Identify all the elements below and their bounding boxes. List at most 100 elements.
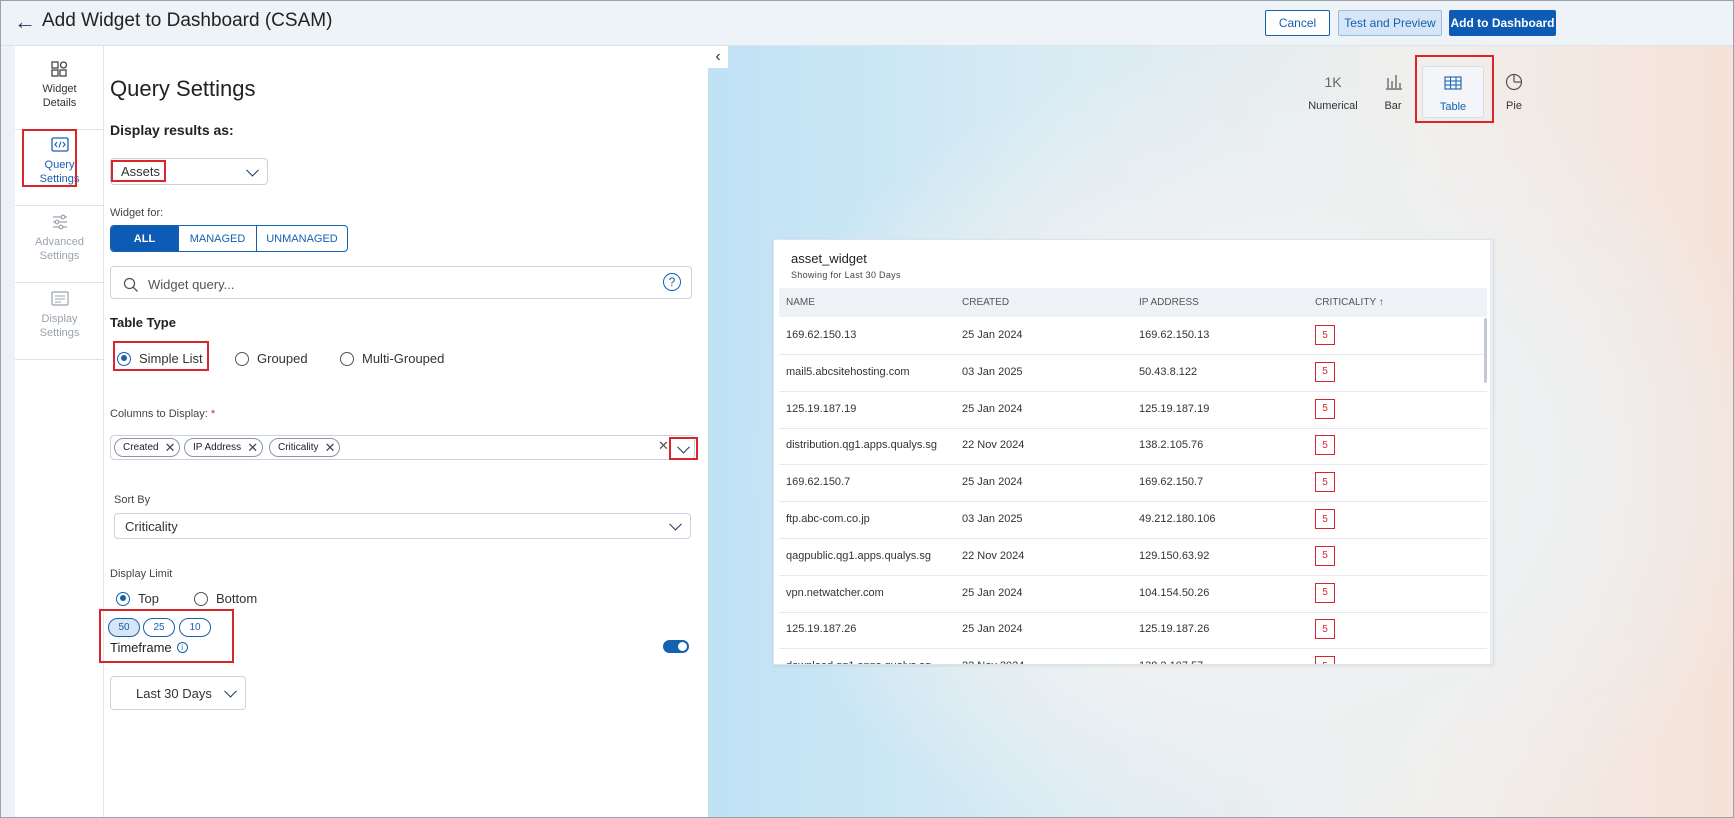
table-cell: 03 Jan 2025: [962, 513, 1023, 525]
columns-label: Columns to Display: *: [110, 408, 215, 420]
table-cell: 49.212.180.106: [1139, 513, 1216, 525]
display-results-label: Display results as:: [110, 122, 234, 138]
viz-label: Table: [1439, 101, 1467, 113]
criticality-badge: 5: [1315, 361, 1335, 382]
remove-chip-icon[interactable]: ✕: [165, 440, 176, 456]
chip-label: IP Address: [193, 442, 242, 453]
viz-label: Pie: [1506, 100, 1522, 112]
widget-for-unmanaged[interactable]: UNMANAGED: [257, 226, 347, 251]
table-row[interactable]: qagpublic.qg1.apps.qualys.sg 22 Nov 2024 1…: [779, 539, 1487, 576]
radio-label: Simple List: [139, 351, 203, 366]
table-row[interactable]: 125.19.187.19 25 Jan 2024 125.19.187.19 5: [779, 392, 1487, 429]
test-and-preview-button[interactable]: Test and Preview: [1338, 10, 1442, 36]
timeframe-label-text: Timeframe: [110, 640, 172, 655]
radio-label: Grouped: [257, 351, 308, 366]
table-type-grouped[interactable]: Grouped: [235, 351, 308, 366]
search-icon: [123, 277, 138, 292]
table-row[interactable]: 169.62.150.13 25 Jan 2024 169.62.150.13 5: [779, 318, 1487, 355]
table-cell: 169.62.150.7: [1139, 476, 1204, 489]
nav-label: Settings: [39, 327, 80, 339]
table-header: NAME CREATED IP ADDRESS CRITICALITY ↑: [779, 288, 1487, 317]
panel-title: Query Settings: [110, 76, 256, 101]
timeframe-select[interactable]: Last 30 Days: [110, 676, 246, 710]
add-to-dashboard-button[interactable]: Add to Dashboard: [1449, 10, 1556, 36]
widget-for-label: Widget for:: [110, 207, 164, 219]
criticality-badge: 5: [1315, 398, 1335, 419]
criticality-badge: 5: [1315, 545, 1335, 566]
limit-50-pill[interactable]: 50: [108, 618, 140, 637]
timeframe-toggle[interactable]: [663, 640, 689, 653]
limit-top-radio[interactable]: Top: [116, 591, 159, 606]
limit-bottom-radio[interactable]: Bottom: [194, 591, 257, 606]
nav-widget-details[interactable]: Widget Details: [15, 46, 104, 130]
widget-name: asset_widget: [791, 251, 867, 266]
nav-label: Details: [42, 97, 77, 109]
column-header-ip-address[interactable]: IP ADDRESS: [1139, 297, 1199, 308]
columns-multiselect[interactable]: Created ✕ IP Address ✕ Criticality ✕ ✕: [110, 435, 695, 460]
nav-advanced-settings[interactable]: Advanced Settings: [15, 199, 104, 283]
help-icon[interactable]: ?: [663, 273, 681, 291]
table-cell: 25 Jan 2024: [962, 329, 1023, 341]
viz-bar[interactable]: Bar: [1358, 72, 1428, 112]
info-icon[interactable]: i: [176, 642, 188, 653]
limit-25-pill[interactable]: 25: [143, 618, 175, 637]
nav-display-settings[interactable]: Display Settings: [15, 276, 104, 360]
chip-label: Criticality: [278, 442, 319, 453]
criticality-badge: 5: [1315, 619, 1335, 640]
radio-unchecked-icon: [235, 351, 249, 366]
display-results-select[interactable]: Assets: [110, 158, 268, 185]
column-header-created[interactable]: CREATED: [962, 297, 1009, 308]
code-icon: [50, 137, 69, 152]
widget-query-input[interactable]: [148, 274, 648, 294]
table-cell: 22 Nov 2024: [962, 439, 1025, 452]
table-type-simple-list[interactable]: Simple List: [117, 351, 203, 366]
radio-checked-icon: [116, 591, 130, 606]
sort-by-value: Criticality: [125, 518, 178, 534]
table-row[interactable]: mail5.abcsitehosting.com 03 Jan 2025 50.43…: [779, 355, 1487, 392]
table-cell: ftp.abc-com.co.jp: [786, 513, 870, 525]
chevron-down-icon: [677, 440, 690, 454]
table-scrollbar[interactable]: [1484, 318, 1487, 383]
table-cell: 138.2.105.76: [1139, 439, 1204, 452]
widget-for-all[interactable]: ALL: [111, 226, 179, 251]
table-row[interactable]: download.qg1.apps.qualys.sg 22 Nov 2024 13…: [779, 649, 1487, 664]
clear-all-icon[interactable]: ✕: [658, 438, 669, 454]
table-cell: 22 Nov 2024: [962, 549, 1025, 562]
nav-label: Query: [44, 159, 75, 171]
viz-table[interactable]: Table: [1422, 66, 1484, 118]
criticality-badge: 5: [1315, 435, 1335, 456]
column-header-criticality[interactable]: CRITICALITY ↑: [1315, 297, 1384, 308]
table-cell: 125.19.187.19: [786, 402, 857, 415]
table-row[interactable]: vpn.netwatcher.com 25 Jan 2024 104.154.50.…: [779, 576, 1487, 613]
columns-dropdown-toggle[interactable]: [669, 437, 698, 460]
remove-chip-icon[interactable]: ✕: [325, 440, 336, 456]
cancel-button[interactable]: Cancel: [1265, 10, 1330, 36]
table-cell: 104.154.50.26: [1139, 586, 1210, 599]
nav-label: Display: [41, 313, 78, 325]
table-row[interactable]: 125.19.187.26 25 Jan 2024 125.19.187.26 5: [779, 612, 1487, 650]
nav-label: Settings: [39, 173, 80, 185]
radio-unchecked-icon: [340, 351, 354, 366]
nav-query-settings[interactable]: Query Settings: [15, 122, 104, 206]
viz-pie[interactable]: Pie: [1479, 72, 1549, 112]
sort-by-select[interactable]: Criticality: [114, 513, 691, 539]
back-arrow-icon[interactable]: ←: [14, 11, 36, 33]
table-row[interactable]: 169.62.150.7 25 Jan 2024 169.62.150.7 5: [779, 465, 1487, 503]
column-header-name[interactable]: NAME: [786, 297, 815, 308]
sliders-icon: [52, 214, 67, 230]
limit-10-pill[interactable]: 10: [179, 618, 211, 637]
display-icon: [50, 291, 69, 306]
widget-for-managed[interactable]: MANAGED: [179, 226, 257, 251]
table-row[interactable]: distribution.qg1.apps.qualys.sg 22 Nov 20…: [779, 428, 1487, 466]
table-type-multi-grouped[interactable]: Multi-Grouped: [340, 351, 444, 366]
radio-unchecked-icon: [194, 591, 208, 606]
collapse-panel-icon[interactable]: ‹: [708, 46, 728, 68]
table-cell: download.qg1.apps.qualys.sg: [786, 660, 931, 664]
table-cell: 25 Jan 2024: [962, 476, 1023, 489]
widget-preview-card: asset_widget Showing for Last 30 Days NA…: [773, 239, 1494, 665]
table-row[interactable]: ftp.abc-com.co.jp 03 Jan 2025 49.212.180.1…: [779, 502, 1487, 539]
chip-label: Created: [123, 442, 159, 453]
remove-chip-icon[interactable]: ✕: [247, 440, 258, 456]
viz-label: Bar: [1384, 100, 1402, 112]
bar-chart-icon: [1386, 75, 1402, 90]
